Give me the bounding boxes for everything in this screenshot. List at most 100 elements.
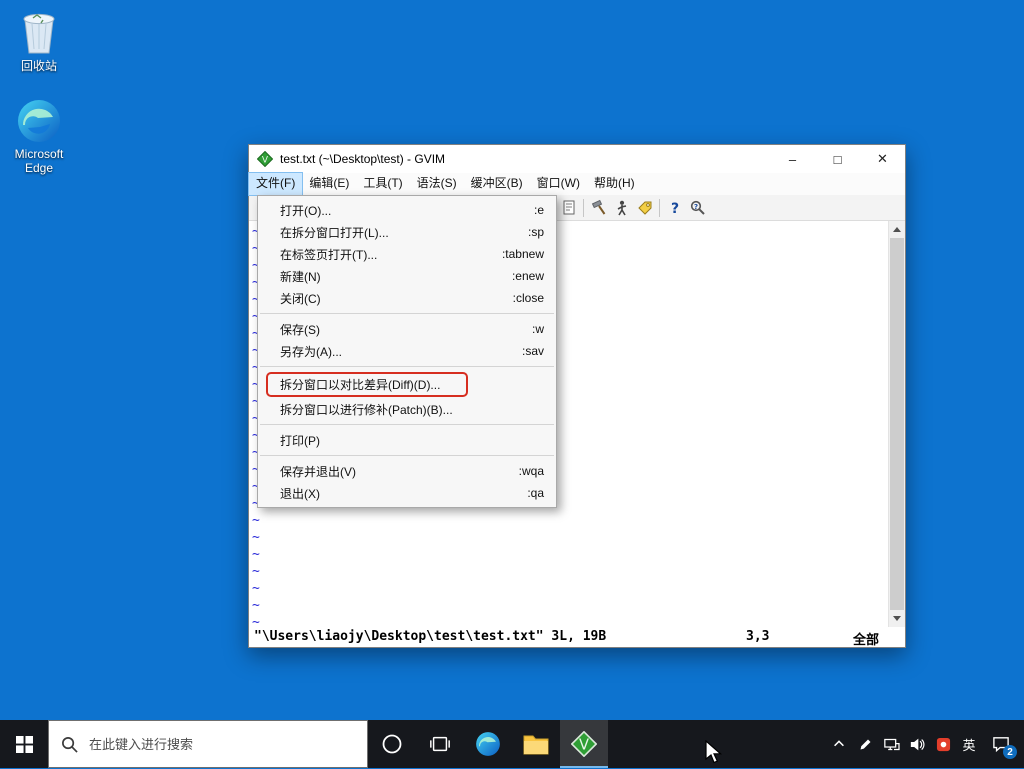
statusbar: "\Users\liaojy\Desktop\test\test.txt" 3L… [249,627,905,647]
menu-item-shortcut: :close [513,291,544,305]
menu-separator [260,366,554,367]
edge-icon [475,731,501,757]
menu-item-split-patch[interactable]: 拆分窗口以进行修补(Patch)(B)... [258,398,556,420]
scroll-down-button[interactable] [889,610,905,627]
file-explorer-icon [523,732,549,756]
titlebar[interactable]: V test.txt (~\Desktop\test) - GVIM – □ ✕ [249,145,905,173]
menu-separator [260,313,554,314]
menu-item-open[interactable]: 打开(O)...:e [258,199,556,221]
tray-chevron-button[interactable] [826,720,852,768]
scrollbar-thumb[interactable] [890,238,904,610]
system-tray: 英 2 [826,720,1024,768]
menu-item-open-tab[interactable]: 在标签页打开(T)...:tabnew [258,243,556,265]
tilde-line: ~ [252,546,888,563]
gvim-window: V test.txt (~\Desktop\test) - GVIM – □ ✕… [248,144,906,648]
menu-item-shortcut: :sp [528,225,544,239]
menu-item-label: 在标签页打开(T)... [280,246,502,263]
taskbar-search[interactable] [48,720,368,768]
menu-tools[interactable]: 工具(T) [356,173,409,195]
desktop-icon-edge[interactable]: Microsoft Edge [0,98,78,175]
tilde-line: ~ [252,529,888,546]
search-input[interactable] [87,736,337,753]
maximize-button[interactable]: □ [815,145,860,173]
menu-separator [260,455,554,456]
tray-network-button[interactable] [878,720,904,768]
help-icon[interactable]: ? [663,197,686,219]
menu-item-label: 新建(N) [280,268,512,285]
tilde-line: ~ [252,512,888,529]
desktop-icon-recycle-bin[interactable]: 回收站 [0,8,78,73]
file-menu-dropdown: 打开(O)...:e 在拆分窗口打开(L)...:sp 在标签页打开(T)...… [257,195,557,508]
menu-file[interactable]: 文件(F) [249,173,302,195]
tilde-line: ~ [252,563,888,580]
menu-item-label: 保存(S) [280,321,532,338]
menu-item-close[interactable]: 关闭(C):close [258,287,556,309]
menu-item-label: 关闭(C) [280,290,513,307]
editor-scrollbar[interactable] [888,221,905,627]
tilde-line: ~ [252,614,888,627]
menu-syntax[interactable]: 语法(S) [410,173,464,195]
menu-item-label: 打印(P) [280,432,544,449]
menu-item-label: 退出(X) [280,485,527,502]
menu-item-save[interactable]: 保存(S):w [258,318,556,340]
menu-item-open-split[interactable]: 在拆分窗口打开(L)...:sp [258,221,556,243]
make-icon[interactable] [587,197,610,219]
menu-separator [260,424,554,425]
window-title: test.txt (~\Desktop\test) - GVIM [280,152,770,166]
svg-text:?: ? [670,201,678,217]
ime-indicator[interactable]: 英 [956,720,982,768]
run-ctags-icon[interactable] [610,197,633,219]
menu-item-label: 拆分窗口以进行修补(Patch)(B)... [280,401,544,418]
close-button[interactable]: ✕ [860,145,905,173]
tray-pen-button[interactable] [852,720,878,768]
svg-text:V: V [579,737,589,754]
menu-item-shortcut: :tabnew [502,247,544,261]
action-center-button[interactable]: 2 [982,720,1020,768]
menu-window[interactable]: 窗口(W) [530,173,587,195]
menu-item-shortcut: :w [532,322,544,336]
menu-buffers[interactable]: 缓冲区(B) [464,173,530,195]
pen-icon [858,737,873,752]
menu-item-save-quit[interactable]: 保存并退出(V):wqa [258,460,556,482]
taskbar-edge-button[interactable] [464,720,512,768]
taskbar-gvim-button[interactable]: V [560,720,608,768]
find-help-icon[interactable]: ? [686,197,709,219]
notification-badge: 2 [1003,745,1017,759]
chevron-up-icon [832,737,846,751]
desktop-icon-label: 回收站 [21,59,57,73]
edge-icon [0,98,78,144]
tilde-line: ~ [252,597,888,614]
minimize-button[interactable]: – [770,145,815,173]
run-script-icon[interactable] [557,197,580,219]
taskbar-explorer-button[interactable] [512,720,560,768]
vim-icon: V [571,731,597,757]
taskbar: V 英 2 [0,720,1024,768]
cortana-icon [381,733,403,755]
tray-volume-button[interactable] [904,720,930,768]
desktop: { "desktop": { "background_color": "#0d7… [0,0,1024,768]
menu-item-shortcut: :sav [522,344,544,358]
task-view-icon [429,733,451,755]
cortana-button[interactable] [368,720,416,768]
search-icon [61,736,78,753]
menu-item-save-as[interactable]: 另存为(A)...:sav [258,340,556,362]
svg-text:V: V [262,156,269,166]
menu-edit[interactable]: 编辑(E) [302,173,356,195]
tilde-line: ~ [252,580,888,597]
vim-app-icon: V [257,151,273,167]
menu-item-quit[interactable]: 退出(X):qa [258,482,556,504]
start-button[interactable] [0,720,48,768]
menu-item-print[interactable]: 打印(P) [258,429,556,451]
tag-jump-icon[interactable] [633,197,656,219]
tray-app-button[interactable] [930,720,956,768]
scroll-up-button[interactable] [889,221,905,238]
menu-item-shortcut: :wqa [519,464,544,478]
statusbar-scroll-position: 全部 [853,629,879,648]
menu-help[interactable]: 帮助(H) [587,173,642,195]
menu-item-shortcut: :qa [527,486,544,500]
menu-item-new[interactable]: 新建(N):enew [258,265,556,287]
task-view-button[interactable] [416,720,464,768]
triangle-down-icon [893,616,901,621]
statusbar-cursor-position: 3,3 [746,629,769,644]
menu-item-split-diff[interactable]: 拆分窗口以对比差异(Diff)(D)... [258,371,556,398]
